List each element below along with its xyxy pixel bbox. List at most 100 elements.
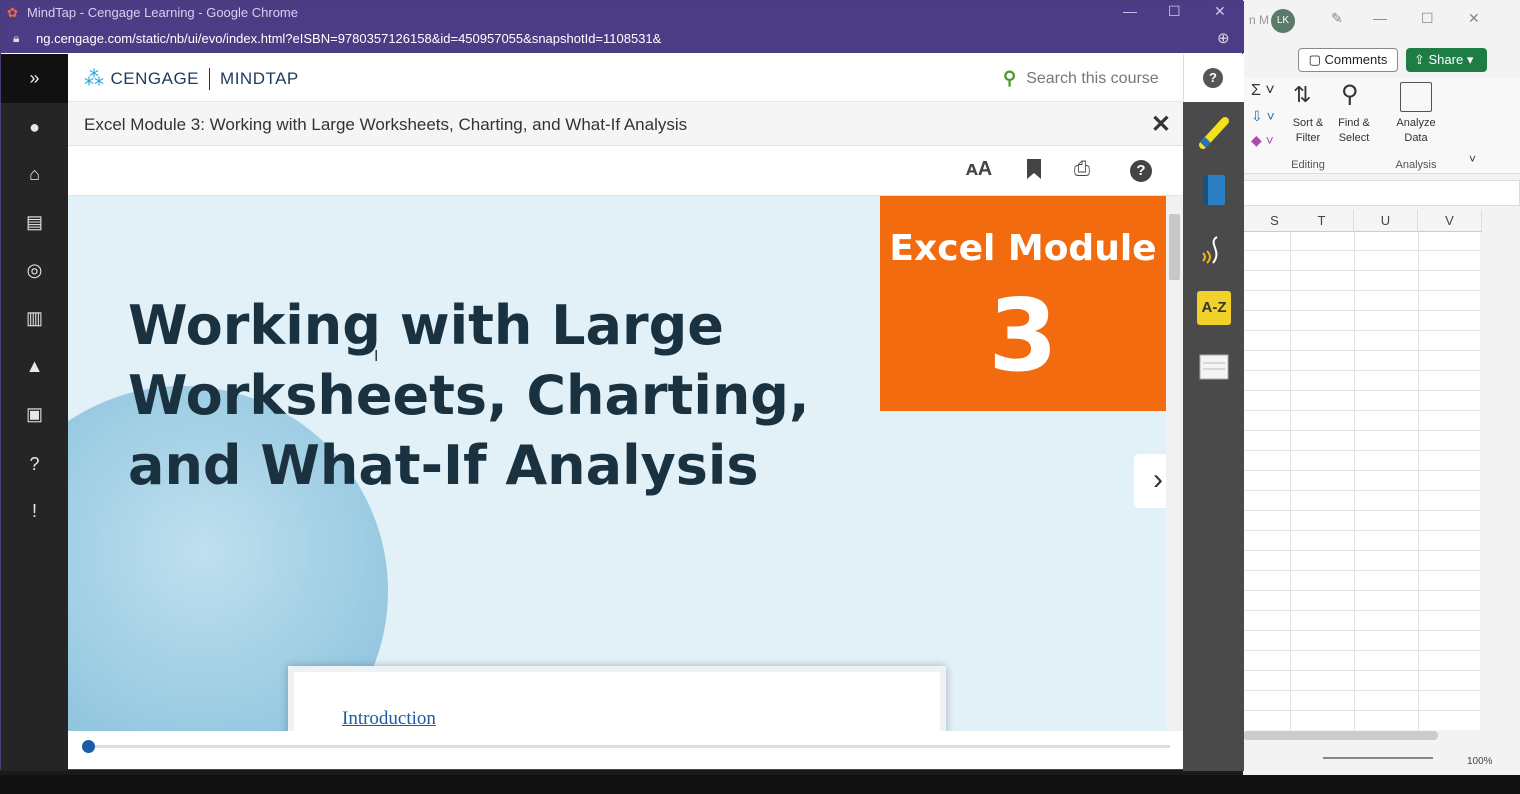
share-button[interactable]: ⇪ Share ▾ (1406, 48, 1487, 72)
notes-icon[interactable] (1197, 349, 1231, 383)
nav-ebook[interactable]: ▤ (1, 199, 68, 246)
excel-ribbon: Σ ˅ ⇩ ˅ ◆ ˅ ⇅ Sort & Filter ⚲ Find & Sel… (1243, 78, 1520, 174)
user-icon: ● (29, 117, 40, 137)
chevron-right-icon: › (1153, 463, 1163, 496)
graduation-cap-icon: ▲ (25, 356, 44, 376)
reader-help-icon[interactable]: ? (1130, 160, 1152, 182)
zoom-level[interactable]: 100% (1467, 756, 1493, 767)
compass-icon: ◎ (26, 260, 43, 280)
browser-titlebar: ✿ MindTap - Cengage Learning - Google Ch… (1, 1, 1244, 25)
share-icon: ⇪ (1414, 52, 1429, 67)
cengage-logo[interactable]: ⁂ CENGAGE MINDTAP (84, 66, 299, 91)
table-of-contents: Introduction (288, 666, 946, 731)
search-placeholder: Search this course (1026, 69, 1159, 87)
home-icon: ⌂ (29, 164, 40, 184)
column-header[interactable]: V (1418, 210, 1482, 232)
reading-progress[interactable] (68, 731, 1183, 761)
reader-content: Working with Large Worksheets, Charting,… (68, 196, 1166, 731)
reader-toolbar: ᴀA ⎙ ? (68, 146, 1183, 196)
autosum-icon[interactable]: Σ ˅ (1251, 82, 1275, 100)
open-book-icon: ▥ (25, 308, 43, 328)
address-bar[interactable]: 🔒︎ ng.cengage.com/static/nb/ui/evo/index… (1, 25, 1244, 53)
brand-name: CENGAGE (110, 68, 200, 88)
help-icon[interactable]: ? (1203, 68, 1223, 88)
module-title-bar: Excel Module 3: Working with Large Works… (68, 102, 1183, 146)
book-icon: ▤ (25, 212, 43, 232)
nav-home[interactable]: ⌂ (1, 151, 68, 198)
nav-readings[interactable]: ▥ (1, 295, 68, 342)
sort-filter-icon[interactable]: ⇅ (1293, 82, 1311, 108)
close-icon[interactable]: ✕ (1214, 3, 1226, 20)
worksheet-grid[interactable] (1243, 210, 1480, 730)
taskbar-strip (0, 775, 1520, 794)
book-icon[interactable] (1197, 173, 1231, 207)
briefcase-icon: ▣ (25, 404, 43, 424)
highlighter-icon[interactable] (1197, 115, 1231, 149)
maximize-icon[interactable]: ☐ (1168, 3, 1181, 20)
module-badge-label: Excel Module (889, 228, 1157, 269)
share-label: Share (1428, 52, 1464, 67)
nav-feedback[interactable]: ! (1, 488, 68, 535)
nav-help[interactable]: ? (1, 441, 68, 488)
excel-vertical-scrollbar[interactable] (1484, 210, 1498, 730)
zoom-slider[interactable] (1323, 757, 1433, 759)
minimize-icon[interactable]: — (1123, 3, 1137, 19)
pen-icon[interactable]: ✎ (1331, 10, 1343, 27)
analyze-data-icon[interactable] (1400, 82, 1432, 112)
close-icon[interactable]: ✕ (1468, 10, 1480, 27)
close-reader-icon[interactable]: ✕ (1151, 110, 1171, 139)
window-title: MindTap - Cengage Learning - Google Chro… (27, 5, 298, 20)
minimize-icon[interactable]: — (1373, 10, 1387, 26)
module-badge: Excel Module 3 (880, 196, 1166, 411)
formula-bar[interactable] (1243, 180, 1520, 206)
clear-icon[interactable]: ◆ ˅ (1251, 132, 1274, 149)
content-scrollbar[interactable] (1166, 196, 1183, 731)
column-header[interactable]: T (1290, 210, 1354, 232)
progress-track (88, 745, 1170, 748)
module-title: Excel Module 3: Working with Large Works… (84, 115, 688, 134)
text-cursor-icon: I (374, 348, 379, 365)
text-size-icon[interactable]: ᴀA (966, 158, 992, 181)
search-course[interactable]: ⚲ Search this course (1003, 68, 1159, 89)
glossary-icon[interactable]: A-Z (1197, 291, 1231, 325)
excel-status-bar: 100% (1243, 745, 1520, 775)
analyze-data-button[interactable]: Analyze Data (1391, 116, 1441, 146)
help-icon: ? (29, 454, 40, 474)
avatar[interactable]: LK (1271, 9, 1295, 33)
app-dock (1183, 54, 1244, 771)
find-select-button[interactable]: Find & Select (1329, 116, 1379, 146)
find-icon[interactable]: ⚲ (1341, 80, 1359, 109)
comment-icon: ▢ (1308, 52, 1325, 67)
bookmark-icon[interactable] (1026, 158, 1042, 186)
lock-icon: 🔒︎ (13, 31, 20, 45)
browser-window: ✿ MindTap - Cengage Learning - Google Ch… (0, 0, 1244, 771)
ribbon-collapse-icon[interactable]: ˅ (1469, 152, 1476, 166)
excel-horizontal-scrollbar[interactable] (1243, 731, 1438, 740)
progress-handle[interactable] (82, 740, 95, 753)
mindtap-header: ⁂ CENGAGE MINDTAP ⚲ Search this course (68, 54, 1183, 102)
scroll-thumb[interactable] (1169, 214, 1180, 280)
nav-explore[interactable]: ◎ (1, 247, 68, 294)
mindtap-favicon-icon: ✿ (7, 5, 18, 20)
print-icon[interactable]: ⎙ (1074, 158, 1090, 181)
nav-profile[interactable]: ● (1, 104, 68, 151)
cengage-logo-icon: ⁂ (84, 68, 105, 90)
group-analysis-label: Analysis (1395, 159, 1437, 171)
excel-user-name: n M (1249, 13, 1270, 27)
zoom-icon[interactable]: ⊕ (1217, 29, 1230, 47)
toc-link-introduction[interactable]: Introduction (342, 708, 436, 730)
sort-filter-button[interactable]: Sort & Filter (1283, 116, 1333, 146)
excel-titlebar: n M LK ✎ — ☐ ✕ (1243, 0, 1520, 42)
url-text[interactable]: ng.cengage.com/static/nb/ui/evo/index.ht… (36, 31, 661, 46)
search-icon: ⚲ (1003, 68, 1017, 88)
readspeaker-icon[interactable] (1197, 233, 1231, 267)
nav-courses[interactable]: ▲ (1, 343, 68, 390)
expand-nav-button[interactable]: » (1, 54, 68, 103)
maximize-icon[interactable]: ☐ (1421, 10, 1434, 27)
group-editing-label: Editing (1291, 159, 1325, 171)
column-header[interactable]: U (1354, 210, 1418, 232)
comments-button[interactable]: ▢ Comments (1298, 48, 1398, 72)
next-page-button[interactable]: › (1134, 454, 1166, 508)
fill-icon[interactable]: ⇩ ˅ (1251, 108, 1275, 125)
nav-career[interactable]: ▣ (1, 391, 68, 438)
